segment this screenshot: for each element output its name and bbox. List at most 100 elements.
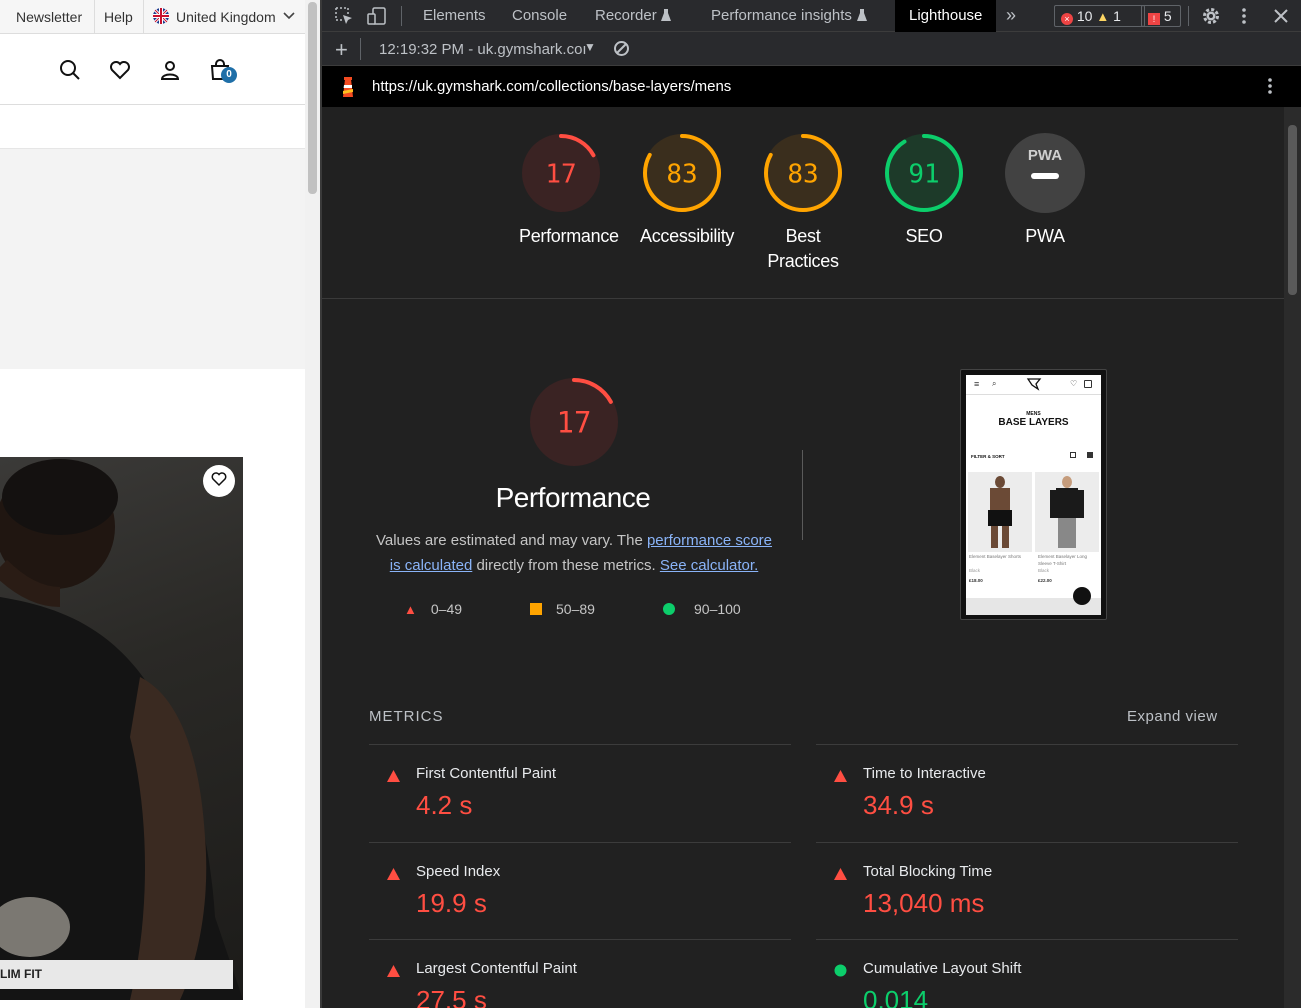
legend-average: 50–89 <box>530 601 595 617</box>
triangle-red-icon <box>387 964 400 982</box>
gauge-label: Accessibility <box>640 226 735 246</box>
gauge-ring: 91 <box>885 134 963 212</box>
score-gauge-accessibility[interactable]: 83 Accessibility <box>640 131 735 249</box>
metric-value: 0.014 <box>863 985 929 1008</box>
tab-recorder[interactable]: Recorder <box>595 7 657 24</box>
gymshark-logo-icon <box>1026 377 1042 396</box>
dropdown-arrow-icon[interactable]: ▼ <box>584 40 596 54</box>
mini-list-icon <box>1087 452 1093 458</box>
metric-value: 34.9 s <box>863 790 934 820</box>
metric-item: First Contentful Paint 4.2 s <box>369 744 791 842</box>
devtools-scrollbar[interactable] <box>1284 107 1301 1008</box>
tab-elements[interactable]: Elements <box>423 7 486 24</box>
triangle-red-icon <box>387 769 400 787</box>
more-tabs-icon[interactable]: » <box>1006 5 1016 26</box>
gauge-ring: 17 <box>530 378 618 466</box>
circle-green-icon <box>834 964 847 982</box>
gauge-score: 91 <box>908 159 939 189</box>
inspect-element-icon[interactable] <box>334 6 354 30</box>
product-fit-label: LIM FIT <box>0 960 233 989</box>
mini-product-color: Black <box>969 568 981 573</box>
kebab-menu-icon[interactable] <box>1240 6 1248 30</box>
legend-good: 90–100 <box>663 601 741 617</box>
chevron-down-icon[interactable] <box>283 8 295 25</box>
device-toolbar-icon[interactable] <box>366 6 388 30</box>
lighthouse-logo-icon <box>339 75 357 103</box>
metric-name: Total Blocking Time <box>863 863 993 880</box>
pwa-badge-text: PWA <box>1028 147 1062 164</box>
topbar-divider <box>143 0 144 34</box>
warning-count: 1 <box>1113 8 1121 24</box>
region-selector[interactable]: United Kingdom <box>176 9 276 25</box>
desc-text: directly from these metrics. <box>472 557 660 574</box>
gauge-label: Performance <box>519 226 619 246</box>
website-viewport: Newsletter Help United Kingdom 0 LIM FIT <box>0 0 305 1008</box>
gauge-score: 83 <box>787 159 818 189</box>
mini-title: BASE LAYERS <box>998 417 1069 428</box>
plus-icon[interactable]: + <box>335 37 348 63</box>
legend-bad-range: 0–49 <box>430 601 463 617</box>
scrollbar-thumb[interactable] <box>308 2 317 194</box>
tab-console[interactable]: Console <box>512 7 567 24</box>
legend-bad: ▲ 0–49 <box>404 601 462 617</box>
issues-badge[interactable]: ! 5 <box>1141 5 1181 27</box>
metric-name: Time to Interactive <box>863 765 986 782</box>
uk-flag-icon <box>153 8 169 27</box>
final-screenshot[interactable]: ≡ ⌕ ♡ MENS BASE LAYERS FILTER & SORT Ele… <box>960 369 1107 620</box>
screenshot-content: ≡ ⌕ ♡ MENS BASE LAYERS FILTER & SORT Ele… <box>966 375 1101 615</box>
metric-value: 4.2 s <box>416 790 473 820</box>
desc-text: Values are estimated and may vary. The <box>375 532 647 549</box>
mini-menu-icon: ≡ <box>974 379 980 389</box>
search-icon[interactable] <box>58 58 84 84</box>
report-url[interactable]: https://uk.gymshark.com/collections/base… <box>372 78 731 95</box>
error-icon: × <box>1061 13 1073 25</box>
mini-filter: FILTER & SORT <box>971 454 1005 459</box>
metric-item: Largest Contentful Paint 27.5 s <box>369 939 791 1008</box>
square-orange-icon <box>530 603 542 615</box>
issues-flag-icon: ! <box>1148 13 1160 25</box>
gauge-ring: 83 <box>764 134 842 212</box>
product-image[interactable] <box>0 457 243 1000</box>
score-gauge-pwa[interactable]: PWA PWA <box>1003 131 1087 249</box>
performance-title: Performance <box>495 482 651 513</box>
pwa-dash-icon <box>1031 173 1059 179</box>
website-scrollbar[interactable] <box>305 0 320 1008</box>
metric-value: 27.5 s <box>416 985 487 1008</box>
toolbar-divider <box>401 6 402 26</box>
triangle-red-icon <box>387 867 400 885</box>
mini-chat-icon <box>1073 587 1091 605</box>
report-selector[interactable]: 12:19:32 PM - uk.gymshark.coı <box>379 41 587 58</box>
mini-search-icon: ⌕ <box>992 379 997 388</box>
vertical-divider <box>802 450 803 540</box>
mini-bag-icon <box>1084 380 1092 388</box>
report-menu-icon[interactable] <box>1266 76 1274 100</box>
mini-product-image <box>1035 472 1099 552</box>
close-icon[interactable] <box>1273 6 1289 30</box>
help-link[interactable]: Help <box>104 9 133 25</box>
score-gauge-performance[interactable]: 17 Performance <box>519 131 619 249</box>
circle-green-icon <box>663 603 675 615</box>
gauge-ring: 17 <box>522 134 600 212</box>
metric-item: Cumulative Layout Shift 0.014 <box>816 939 1238 1008</box>
score-gauge-seo[interactable]: 91 SEO <box>882 131 966 249</box>
see-calculator-link[interactable]: See calculator. <box>660 557 758 574</box>
tab-lighthouse[interactable]: Lighthouse <box>895 0 997 32</box>
console-messages-badge[interactable]: × 10 ▲ 1 <box>1054 5 1145 27</box>
score-gauge-best-practices[interactable]: 83 Best Practices <box>761 131 845 274</box>
metric-name: Speed Index <box>416 863 501 880</box>
site-header <box>0 34 305 105</box>
mini-product-price: £22.00 <box>1038 578 1052 583</box>
expand-view-toggle[interactable]: Expand view <box>1127 708 1218 725</box>
gear-icon[interactable] <box>1201 6 1221 30</box>
account-icon[interactable] <box>158 58 184 84</box>
performance-description: Values are estimated and may vary. The p… <box>372 528 776 578</box>
newsletter-link[interactable]: Newsletter <box>16 9 82 25</box>
clear-icon[interactable] <box>613 40 630 61</box>
scrollbar-thumb[interactable] <box>1288 125 1297 295</box>
add-to-wishlist-button[interactable] <box>203 465 235 497</box>
error-count: 10 <box>1076 8 1093 24</box>
tab-performance-insights[interactable]: Performance insights <box>711 7 852 24</box>
metric-item: Total Blocking Time 13,040 ms <box>816 842 1238 940</box>
banner-placeholder <box>0 149 305 369</box>
wishlist-heart-icon[interactable] <box>108 58 134 84</box>
